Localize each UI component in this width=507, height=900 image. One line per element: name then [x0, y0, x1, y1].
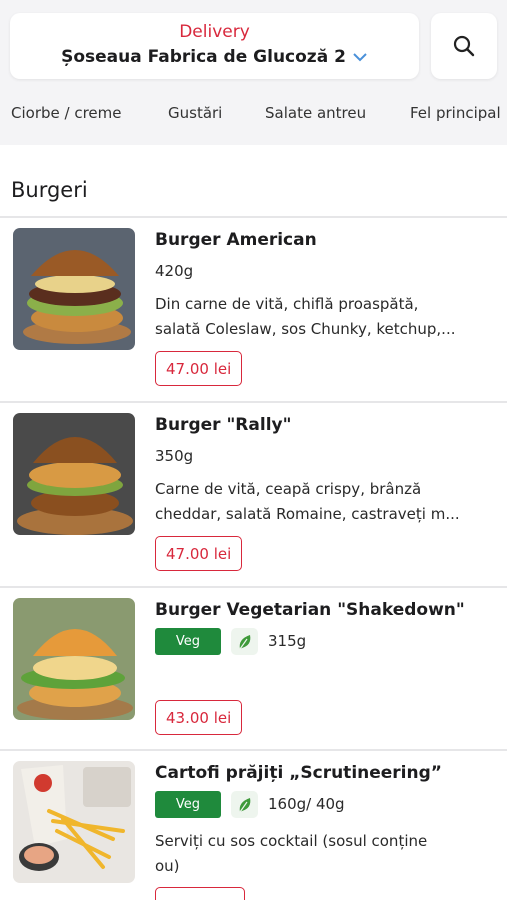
delivery-address-selector[interactable]: Delivery Șoseaua Fabrica de Glucoză 2 [10, 13, 419, 79]
menu-item[interactable]: Burger American 420g Din carne de vită, … [0, 218, 507, 400]
product-description: Carne de vită, ceapă crispy, brânză ched… [155, 480, 460, 523]
menu-item[interactable]: Cartofi prăjiți „Scrutineering” Veg 160g… [0, 751, 507, 900]
price-tag[interactable]: 43.00 lei [155, 700, 243, 735]
product-name: Burger "Rally" [155, 415, 292, 435]
product-weight: 350g [155, 447, 194, 465]
product-image [13, 598, 135, 720]
address-row: Șoseaua Fabrica de Glucoză 2 [10, 47, 419, 67]
product-image [13, 761, 135, 883]
search-icon [453, 35, 475, 57]
product-description: Din carne de vită, chiflă proaspătă, sal… [155, 295, 456, 338]
section-title: Burgeri [11, 178, 88, 202]
delivery-address: Șoseaua Fabrica de Glucoză 2 [61, 47, 346, 67]
product-weight: 315g [268, 632, 307, 650]
product-weight: 160g/ 40g [268, 795, 345, 813]
chevron-down-icon [353, 53, 367, 62]
product-image [13, 228, 135, 350]
top-bar: Delivery Șoseaua Fabrica de Glucoză 2 Ci… [0, 0, 507, 145]
product-weight: 420g [155, 262, 194, 280]
price-tag[interactable]: 47.00 lei [155, 536, 243, 571]
price-tag[interactable]: 47.00 lei [155, 351, 243, 386]
product-description: Serviți cu sos cocktail (sosul conține o… [155, 832, 428, 875]
tab-salate[interactable]: Salate antreu [265, 104, 366, 122]
leaf-icon [231, 628, 258, 655]
menu-item[interactable]: Burger "Rally" 350g Carne de vită, ceapă… [0, 403, 507, 585]
leaf-icon [231, 791, 258, 818]
product-name: Burger American [155, 230, 317, 250]
tab-ciorbe[interactable]: Ciorbe / creme [11, 104, 121, 122]
product-name: Cartofi prăjiți „Scrutineering” [155, 763, 442, 783]
product-name: Burger Vegetarian "Shakedown" [155, 600, 465, 620]
delivery-label: Delivery [179, 22, 250, 42]
menu-item[interactable]: Burger Vegetarian "Shakedown" Veg 315g 4… [0, 588, 507, 770]
category-tabs: Ciorbe / creme Gustări Salate antreu Fel… [0, 104, 507, 130]
search-button[interactable] [431, 13, 497, 79]
price-tag-partial[interactable] [155, 887, 245, 900]
veg-badge: Veg [155, 628, 221, 655]
product-image [13, 413, 135, 535]
veg-badge: Veg [155, 791, 221, 818]
tab-gustari[interactable]: Gustări [168, 104, 222, 122]
tab-fel-principal[interactable]: Fel principal [410, 104, 501, 122]
